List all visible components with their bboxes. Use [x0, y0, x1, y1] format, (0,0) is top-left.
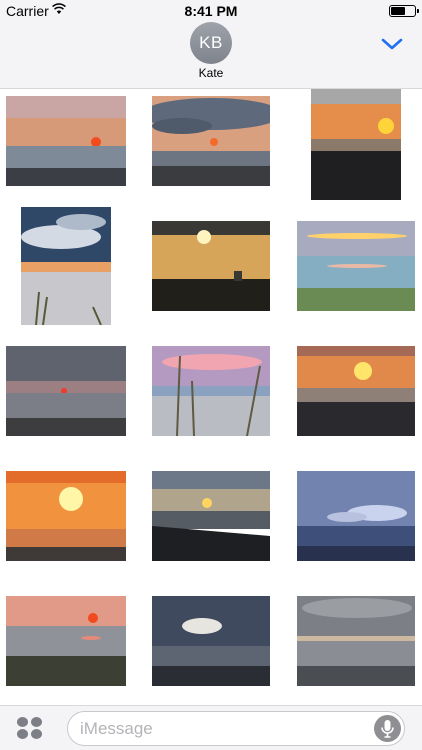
photo-thumbnail[interactable]	[21, 207, 111, 325]
contact-name[interactable]: Kate	[0, 66, 422, 80]
photo-grid	[0, 89, 422, 705]
photo-thumbnail[interactable]	[152, 221, 270, 311]
conversation-header: KB Kate	[0, 22, 422, 89]
message-input-bar	[0, 705, 422, 750]
photo-thumbnail[interactable]	[152, 596, 270, 686]
app-drawer-icon[interactable]	[17, 717, 43, 739]
photo-thumbnail[interactable]	[311, 89, 401, 200]
message-input[interactable]	[80, 712, 360, 745]
photo-thumbnail[interactable]	[297, 221, 415, 311]
photo-thumbnail[interactable]	[6, 96, 126, 186]
photo-thumbnail[interactable]	[152, 96, 270, 186]
photo-thumbnail[interactable]	[297, 596, 415, 686]
status-bar: Carrier 8:41 PM	[0, 0, 422, 22]
photo-thumbnail[interactable]	[297, 471, 415, 561]
photo-thumbnail[interactable]	[152, 471, 270, 561]
microphone-icon[interactable]	[374, 715, 401, 742]
photo-thumbnail[interactable]	[6, 346, 126, 436]
contact-avatar[interactable]: KB	[190, 22, 232, 64]
photo-thumbnail[interactable]	[6, 596, 126, 686]
clock: 8:41 PM	[184, 3, 238, 19]
photo-thumbnail[interactable]	[297, 346, 415, 436]
chevron-down-icon[interactable]	[380, 36, 404, 52]
message-field[interactable]	[67, 711, 405, 746]
photo-thumbnail[interactable]	[152, 346, 270, 436]
battery-icon	[389, 5, 419, 17]
photo-thumbnail[interactable]	[6, 471, 126, 561]
